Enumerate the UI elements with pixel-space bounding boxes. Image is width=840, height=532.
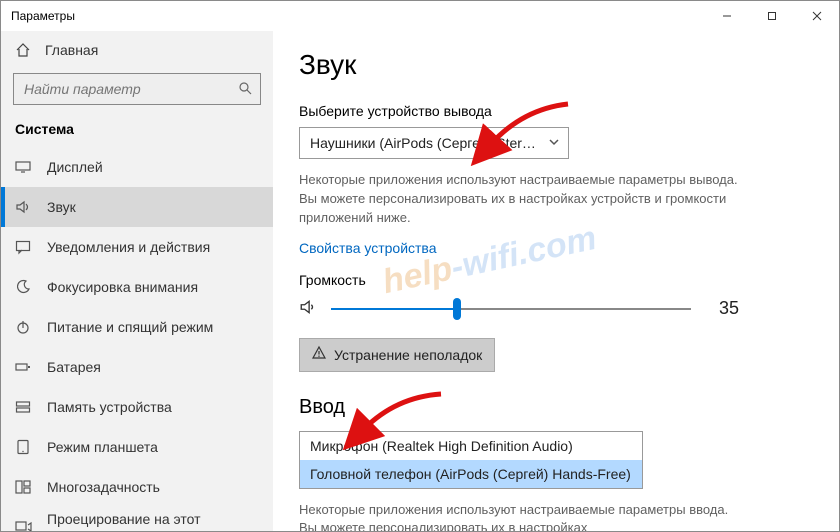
maximize-button[interactable] <box>749 1 794 31</box>
output-device-label: Выберите устройство вывода <box>299 103 813 119</box>
sidebar-nav: Дисплей Звук Уведомления и действия Фоку… <box>1 147 273 531</box>
input-option[interactable]: Микрофон (Realtek High Definition Audio) <box>300 432 642 460</box>
sidebar-item-label: Дисплей <box>47 159 103 175</box>
warning-icon <box>312 346 326 363</box>
sidebar-item-label: Режим планшета <box>47 439 158 455</box>
multitask-icon <box>15 479 31 495</box>
home-icon <box>15 42 31 58</box>
sidebar-item-sound[interactable]: Звук <box>1 187 273 227</box>
settings-window: Параметры Главная <box>0 0 840 532</box>
battery-icon <box>15 359 31 375</box>
minimize-button[interactable] <box>704 1 749 31</box>
sidebar-item-display[interactable]: Дисплей <box>1 147 273 187</box>
volume-value: 35 <box>705 298 739 319</box>
storage-icon <box>15 399 31 415</box>
sidebar: Главная Система Дисплей Звук <box>1 31 273 531</box>
sidebar-home-label: Главная <box>45 42 98 58</box>
input-option[interactable]: Головной телефон (AirPods (Сергей) Hands… <box>300 460 642 488</box>
sidebar-item-tablet[interactable]: Режим планшета <box>1 427 273 467</box>
input-note: Некоторые приложения используют настраив… <box>299 501 739 531</box>
speaker-icon[interactable] <box>299 298 317 319</box>
volume-row: 35 <box>299 298 739 320</box>
window-controls <box>704 1 839 31</box>
sidebar-item-label: Батарея <box>47 359 101 375</box>
titlebar: Параметры <box>1 1 839 31</box>
device-properties-link[interactable]: Свойства устройства <box>299 240 437 256</box>
sidebar-item-notifications[interactable]: Уведомления и действия <box>1 227 273 267</box>
sidebar-item-label: Память устройства <box>47 399 172 415</box>
sidebar-item-label: Питание и спящий режим <box>47 319 213 335</box>
message-icon <box>15 239 31 255</box>
output-device-value: Наушники (AirPods (Сергей) Ster… <box>310 135 536 151</box>
sidebar-home[interactable]: Главная <box>1 31 273 69</box>
output-note: Некоторые приложения используют настраив… <box>299 171 739 228</box>
troubleshoot-label: Устранение неполадок <box>334 347 482 363</box>
input-device-listbox[interactable]: Микрофон (Realtek High Definition Audio)… <box>299 431 643 489</box>
sidebar-item-storage[interactable]: Память устройства <box>1 387 273 427</box>
sound-icon <box>15 199 31 215</box>
sidebar-item-label: Уведомления и действия <box>47 239 210 255</box>
search-container <box>1 69 273 115</box>
sidebar-item-label: Многозадачность <box>47 479 160 495</box>
projecting-icon <box>15 519 31 531</box>
close-button[interactable] <box>794 1 839 31</box>
search-input[interactable] <box>22 80 238 98</box>
moon-icon <box>15 279 31 295</box>
power-icon <box>15 319 31 335</box>
sidebar-item-multitask[interactable]: Многозадачность <box>1 467 273 507</box>
search-icon <box>238 81 252 98</box>
sidebar-item-battery[interactable]: Батарея <box>1 347 273 387</box>
sidebar-item-focus[interactable]: Фокусировка внимания <box>1 267 273 307</box>
search-box[interactable] <box>13 73 261 105</box>
display-icon <box>15 159 31 175</box>
tablet-icon <box>15 439 31 455</box>
troubleshoot-button[interactable]: Устранение неполадок <box>299 338 495 372</box>
sidebar-item-label: Звук <box>47 199 76 215</box>
window-title: Параметры <box>11 9 75 23</box>
volume-slider[interactable] <box>331 298 691 320</box>
chevron-down-icon <box>548 135 560 151</box>
main-content: Звук Выберите устройство вывода Наушники… <box>273 31 839 531</box>
sidebar-item-projecting[interactable]: Проецирование на этот компьютер <box>1 507 273 531</box>
sidebar-section-header: Система <box>1 115 273 147</box>
volume-label: Громкость <box>299 272 813 288</box>
input-heading: Ввод <box>299 396 813 419</box>
sidebar-item-label: Фокусировка внимания <box>47 279 198 295</box>
output-device-select[interactable]: Наушники (AirPods (Сергей) Ster… <box>299 127 569 159</box>
page-title: Звук <box>299 49 813 81</box>
sidebar-item-label: Проецирование на этот компьютер <box>47 511 259 531</box>
sidebar-item-power[interactable]: Питание и спящий режим <box>1 307 273 347</box>
